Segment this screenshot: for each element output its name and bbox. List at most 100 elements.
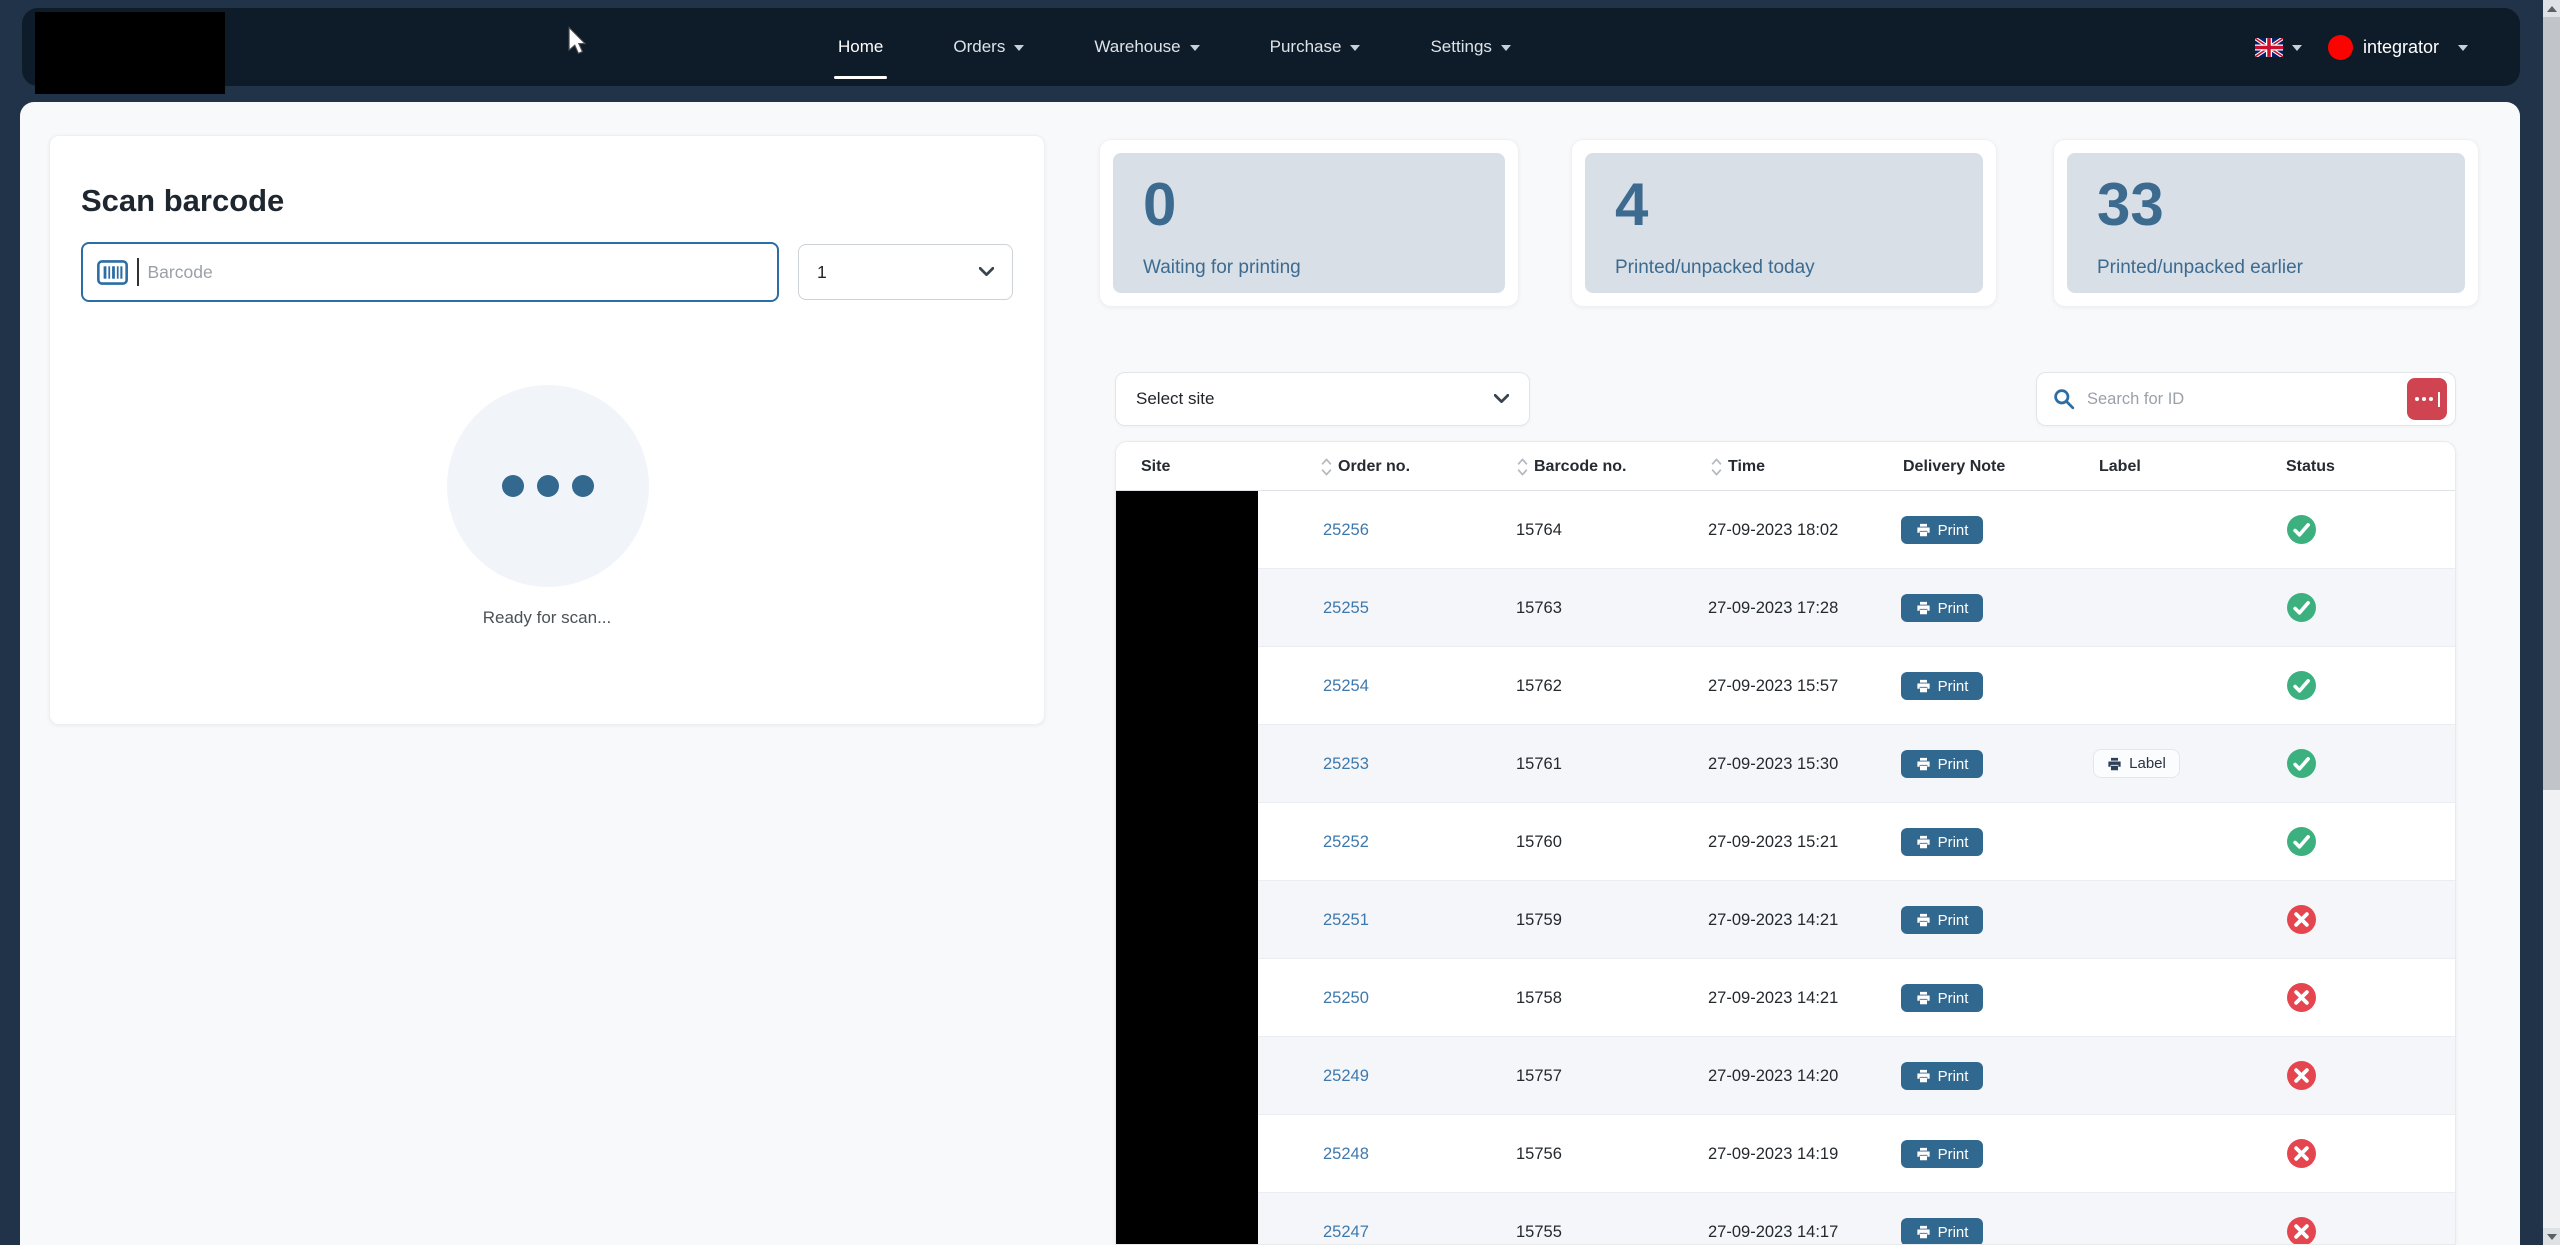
language-selector[interactable] [2255,38,2302,57]
print-delivery-note-button[interactable]: Print [1901,672,1983,700]
order-number-link[interactable]: 25250 [1323,959,1369,1037]
nav-item-purchase[interactable]: Purchase [1264,8,1367,86]
print-delivery-note-button[interactable]: Print [1901,1218,1983,1245]
print-delivery-note-button[interactable]: Print [1901,828,1983,856]
mouse-pointer [566,26,588,56]
app-window: Home Orders Warehouse Purchase Settings inte… [0,0,2560,1245]
table-row: 25250 15758 27-09-2023 14:21 Print [1116,959,2455,1037]
print-button-label: Print [1938,600,1969,617]
barcode-input[interactable]: Barcode [81,242,779,302]
column-header-order-no[interactable]: Order no. [1320,442,1410,491]
success-check-icon [2287,827,2316,856]
scanner-input-icon[interactable] [2407,378,2447,420]
order-number-link[interactable]: 25253 [1323,725,1369,803]
stat-card-panel: 4 Printed/unpacked today [1585,153,1983,293]
time-cell: 27-09-2023 15:21 [1708,803,1838,881]
united-kingdom-flag-icon [2255,38,2283,57]
order-number-link[interactable]: 25254 [1323,647,1369,725]
print-delivery-note-button[interactable]: Print [1901,1062,1983,1090]
barcode-number-cell: 15761 [1516,725,1562,803]
site-filter-value: Select site [1136,389,1494,409]
order-number-link[interactable]: 25249 [1323,1037,1369,1115]
app-logo[interactable] [35,12,225,94]
column-header-delivery-note: Delivery Note [1903,442,2005,491]
printer-icon [1916,757,1931,771]
sort-icon [1710,456,1723,478]
print-delivery-note-button[interactable]: Print [1901,1140,1983,1168]
nav-item-warehouse[interactable]: Warehouse [1088,8,1205,86]
barcode-icon [97,260,128,285]
column-header-label: Status [2286,458,2335,476]
scroll-down-arrow[interactable] [2543,1228,2560,1245]
barcode-number-cell: 15755 [1516,1193,1562,1245]
chevron-down-icon [1501,45,1511,51]
sort-icon [1516,456,1529,478]
status-badge [2287,1139,2316,1168]
quantity-value: 1 [817,262,979,283]
search-box [2036,372,2456,426]
print-button-label: Print [1938,1068,1969,1085]
print-button-label: Print [1938,834,1969,851]
navbar-right: integrator [2255,8,2468,86]
print-button-label: Print [1938,912,1969,929]
printer-icon [1916,1147,1931,1161]
column-header-time[interactable]: Time [1710,442,1765,491]
scan-panel-title: Scan barcode [81,183,284,219]
search-input[interactable] [2085,389,2397,410]
scroll-up-arrow[interactable] [2543,0,2560,17]
nav-item-orders[interactable]: Orders [947,8,1030,86]
search-icon [2053,388,2075,410]
order-number-link[interactable]: 25251 [1323,881,1369,959]
order-number-link[interactable]: 25247 [1323,1193,1369,1245]
column-header-status: Status [2286,442,2335,491]
stat-label: Waiting for printing [1143,257,1475,279]
print-delivery-note-button[interactable]: Print [1901,750,1983,778]
status-badge [2287,827,2316,856]
spinner-dot [572,475,594,497]
status-badge [2287,905,2316,934]
status-badge [2287,593,2316,622]
order-number-link[interactable]: 25256 [1323,491,1369,569]
printer-icon [1916,679,1931,693]
nav-item-label: Purchase [1270,37,1342,57]
print-delivery-note-button[interactable]: Print [1901,984,1983,1012]
chevron-down-icon [1494,394,1509,404]
print-button-label: Print [1938,756,1969,773]
site-column-redaction [1116,491,1258,1244]
user-menu[interactable]: integrator [2328,35,2468,60]
print-delivery-note-button[interactable]: Print [1901,594,1983,622]
print-delivery-note-button[interactable]: Print [1901,906,1983,934]
print-button-label: Print [1938,678,1969,695]
time-cell: 27-09-2023 15:30 [1708,725,1838,803]
scrollbar[interactable] [2543,0,2560,1245]
column-header-label: Barcode no. [1534,458,1626,476]
print-label-button[interactable]: Label [2093,749,2180,778]
table-header: Site Order no. Barcode no. TimeDelivery … [1116,442,2455,491]
table-row: 25249 15757 27-09-2023 14:20 Print [1116,1037,2455,1115]
column-header-barcode-no[interactable]: Barcode no. [1516,442,1626,491]
time-cell: 27-09-2023 17:28 [1708,569,1838,647]
main-menu: Home Orders Warehouse Purchase Settings [832,8,1517,86]
nav-item-label: Settings [1430,37,1491,57]
quantity-select[interactable]: 1 [798,244,1013,300]
time-cell: 27-09-2023 14:17 [1708,1193,1838,1245]
nav-item-settings[interactable]: Settings [1424,8,1516,86]
print-delivery-note-button[interactable]: Print [1901,516,1983,544]
print-button-label: Print [1938,990,1969,1007]
scrollbar-thumb[interactable] [2543,17,2560,790]
nav-item-home[interactable]: Home [832,8,889,86]
table-row: 25255 15763 27-09-2023 17:28 Print [1116,569,2455,647]
barcode-number-cell: 15757 [1516,1037,1562,1115]
status-badge [2287,1061,2316,1090]
column-header-label: Delivery Note [1903,458,2005,476]
order-number-link[interactable]: 25255 [1323,569,1369,647]
orders-table: Site Order no. Barcode no. TimeDelivery … [1115,441,2456,1245]
site-filter-select[interactable]: Select site [1115,372,1530,426]
stat-card: 0 Waiting for printing [1099,139,1519,307]
order-number-link[interactable]: 25252 [1323,803,1369,881]
stat-value: 33 [2097,175,2435,235]
column-header-label: Label [2099,458,2141,476]
barcode-number-cell: 15758 [1516,959,1562,1037]
order-number-link[interactable]: 25248 [1323,1115,1369,1193]
table-row: 25251 15759 27-09-2023 14:21 Print [1116,881,2455,959]
